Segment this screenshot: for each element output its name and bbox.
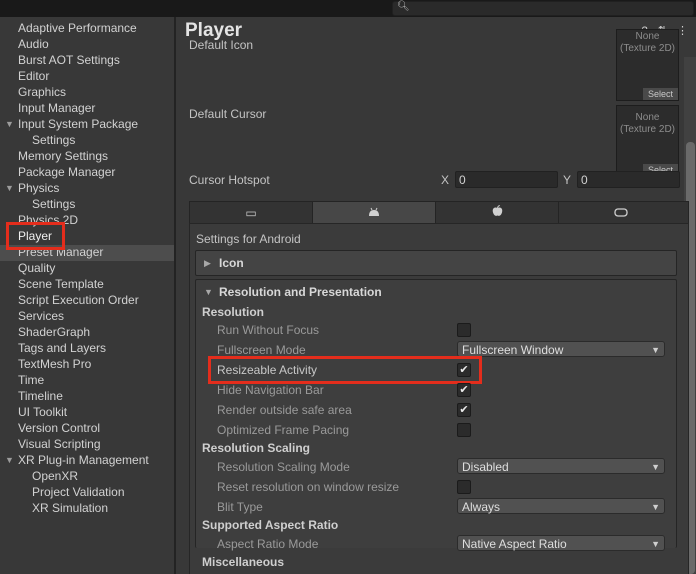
sidebar-item-audio[interactable]: Audio [18,36,49,52]
cursor-hotspot-label: Cursor Hotspot [189,173,270,187]
tab-android[interactable] [313,202,436,224]
aspect-ratio-mode-label: Aspect Ratio Mode [217,537,319,551]
search-icon: 🔍︎ [397,1,410,12]
optimized-frame-pacing-checkbox[interactable] [457,423,471,437]
blit-type-label: Blit Type [217,500,263,514]
sidebar-item-shadergraph[interactable]: ShaderGraph [18,324,90,340]
tab-standalone[interactable]: ▭ [190,202,313,224]
player-settings-panel: Player ? ⇅ ⋮ Default Icon None (Texture … [176,17,696,574]
sidebar-item-memory-settings[interactable]: Memory Settings [18,148,108,164]
fullscreen-mode-dropdown[interactable]: Fullscreen Window ▼ [457,341,665,357]
sidebar-item-input-system-settings[interactable]: Settings [32,132,75,148]
blit-type-value: Always [462,500,501,514]
sidebar-item-ui-toolkit[interactable]: UI Toolkit [18,404,67,420]
sidebar-item-project-validation[interactable]: Project Validation [32,484,125,500]
sidebar-item-scene-template[interactable]: Scene Template [18,276,104,292]
sidebar-item-physics[interactable]: Physics [18,180,59,196]
sidebar-item-openxr[interactable]: OpenXR [32,468,78,484]
default-icon-label: Default Icon [189,38,254,52]
settings-for-android-label: Settings for Android [196,232,301,246]
settings-search-field[interactable]: 🔍︎ [392,1,694,16]
top-toolbar: 🔍︎ [0,0,696,17]
sidebar-item-timeline[interactable]: Timeline [18,388,63,404]
miscellaneous-header: Miscellaneous [202,555,285,569]
reset-resolution-label: Reset resolution on window resize [217,480,400,494]
sidebar-item-editor[interactable]: Editor [18,68,49,84]
sidebar-item-time[interactable]: Time [18,372,44,388]
expanded-arrow-icon[interactable]: ▼ [204,280,213,304]
dropdown-arrow-icon: ▼ [651,345,660,355]
resolution-scaling-header: Resolution Scaling [202,441,311,455]
dropdown-arrow-icon: ▼ [651,462,660,472]
resolution-foldout-title[interactable]: Resolution and Presentation [219,280,382,304]
hotspot-y-field[interactable]: 0 [577,171,680,188]
sidebar-item-graphics[interactable]: Graphics [18,84,66,100]
resolution-scaling-mode-dropdown[interactable]: Disabled ▼ [457,458,665,474]
render-outside-safe-area-label: Render outside safe area [217,403,352,417]
icon-foldout[interactable]: ▶ Icon [195,250,677,276]
sidebar-item-xr-plugin-management[interactable]: XR Plug-in Management [18,452,149,468]
android-icon [368,207,380,219]
optimized-frame-pacing-label: Optimized Frame Pacing [217,423,350,437]
sidebar-item-version-control[interactable]: Version Control [18,420,100,436]
run-without-focus-label: Run Without Focus [217,323,320,337]
collapsed-arrow-icon: ▶ [204,258,211,268]
expand-arrow-icon[interactable]: ▼ [5,452,15,468]
tab-ios[interactable] [436,202,559,224]
default-icon-texture-field[interactable]: None (Texture 2D) Select [616,29,679,101]
sidebar-item-visual-scripting[interactable]: Visual Scripting [18,436,101,452]
icon-foldout-title: Icon [219,256,244,270]
sidebar-item-adaptive-performance[interactable]: Adaptive Performance [18,20,137,36]
dropdown-arrow-icon: ▼ [651,502,660,512]
sidebar-item-input-manager[interactable]: Input Manager [18,100,95,116]
sidebar-item-tags-and-layers[interactable]: Tags and Layers [18,340,106,356]
supported-aspect-ratio-header: Supported Aspect Ratio [202,518,339,532]
sidebar-item-quality[interactable]: Quality [18,260,55,276]
default-cursor-label: Default Cursor [189,107,267,121]
vr-headset-icon [613,206,628,220]
texture-select-button[interactable]: Select [643,88,678,100]
sidebar-item-services[interactable]: Services [18,308,64,324]
hide-navigation-bar-checkbox[interactable]: ✔ [457,383,471,397]
tab-vr[interactable] [559,202,682,224]
sidebar-item-textmesh-pro[interactable]: TextMesh Pro [18,356,91,372]
fullscreen-mode-value: Fullscreen Window [462,343,564,357]
expand-arrow-icon[interactable]: ▼ [5,180,15,196]
sidebar-item-package-manager[interactable]: Package Manager [18,164,115,180]
default-cursor-texture-field[interactable]: None (Texture 2D) Select [616,105,679,177]
hotspot-y-label: Y [563,173,572,187]
highlight-box-resizeable-activity [208,356,482,384]
aspect-ratio-mode-dropdown[interactable]: Native Aspect Ratio ▼ [457,535,665,551]
dropdown-arrow-icon: ▼ [651,539,660,549]
apple-icon [492,205,503,220]
resolution-header: Resolution [202,305,264,319]
run-without-focus-checkbox[interactable] [457,323,471,337]
sidebar-item-burst-aot-settings[interactable]: Burst AOT Settings [18,52,120,68]
aspect-ratio-mode-value: Native Aspect Ratio [462,537,567,551]
texture-none-label: None (Texture 2D) [619,112,675,135]
sidebar-item-input-system-package[interactable]: Input System Package [18,116,138,132]
reset-resolution-checkbox[interactable] [457,480,471,494]
render-outside-safe-area-checkbox[interactable]: ✔ [457,403,471,417]
platform-tab-bar: ▭ [189,201,689,225]
blit-type-dropdown[interactable]: Always ▼ [457,498,665,514]
sidebar-item-script-execution-order[interactable]: Script Execution Order [18,292,139,308]
settings-sidebar: Adaptive Performance Audio Burst AOT Set… [0,17,174,574]
hotspot-x-label: X [441,173,450,187]
hide-navigation-bar-label: Hide Navigation Bar [217,383,324,397]
monitor-icon: ▭ [245,206,257,220]
expand-arrow-icon[interactable]: ▼ [5,116,15,132]
sidebar-item-physics-settings[interactable]: Settings [32,196,75,212]
sidebar-item-xr-simulation[interactable]: XR Simulation [32,500,108,516]
texture-none-label: None (Texture 2D) [619,31,675,54]
hotspot-x-field[interactable]: 0 [455,171,558,188]
resolution-scaling-mode-label: Resolution Scaling Mode [217,460,350,474]
highlight-box-player [6,222,65,250]
fullscreen-mode-label: Fullscreen Mode [217,343,306,357]
resolution-scaling-mode-value: Disabled [462,460,509,474]
